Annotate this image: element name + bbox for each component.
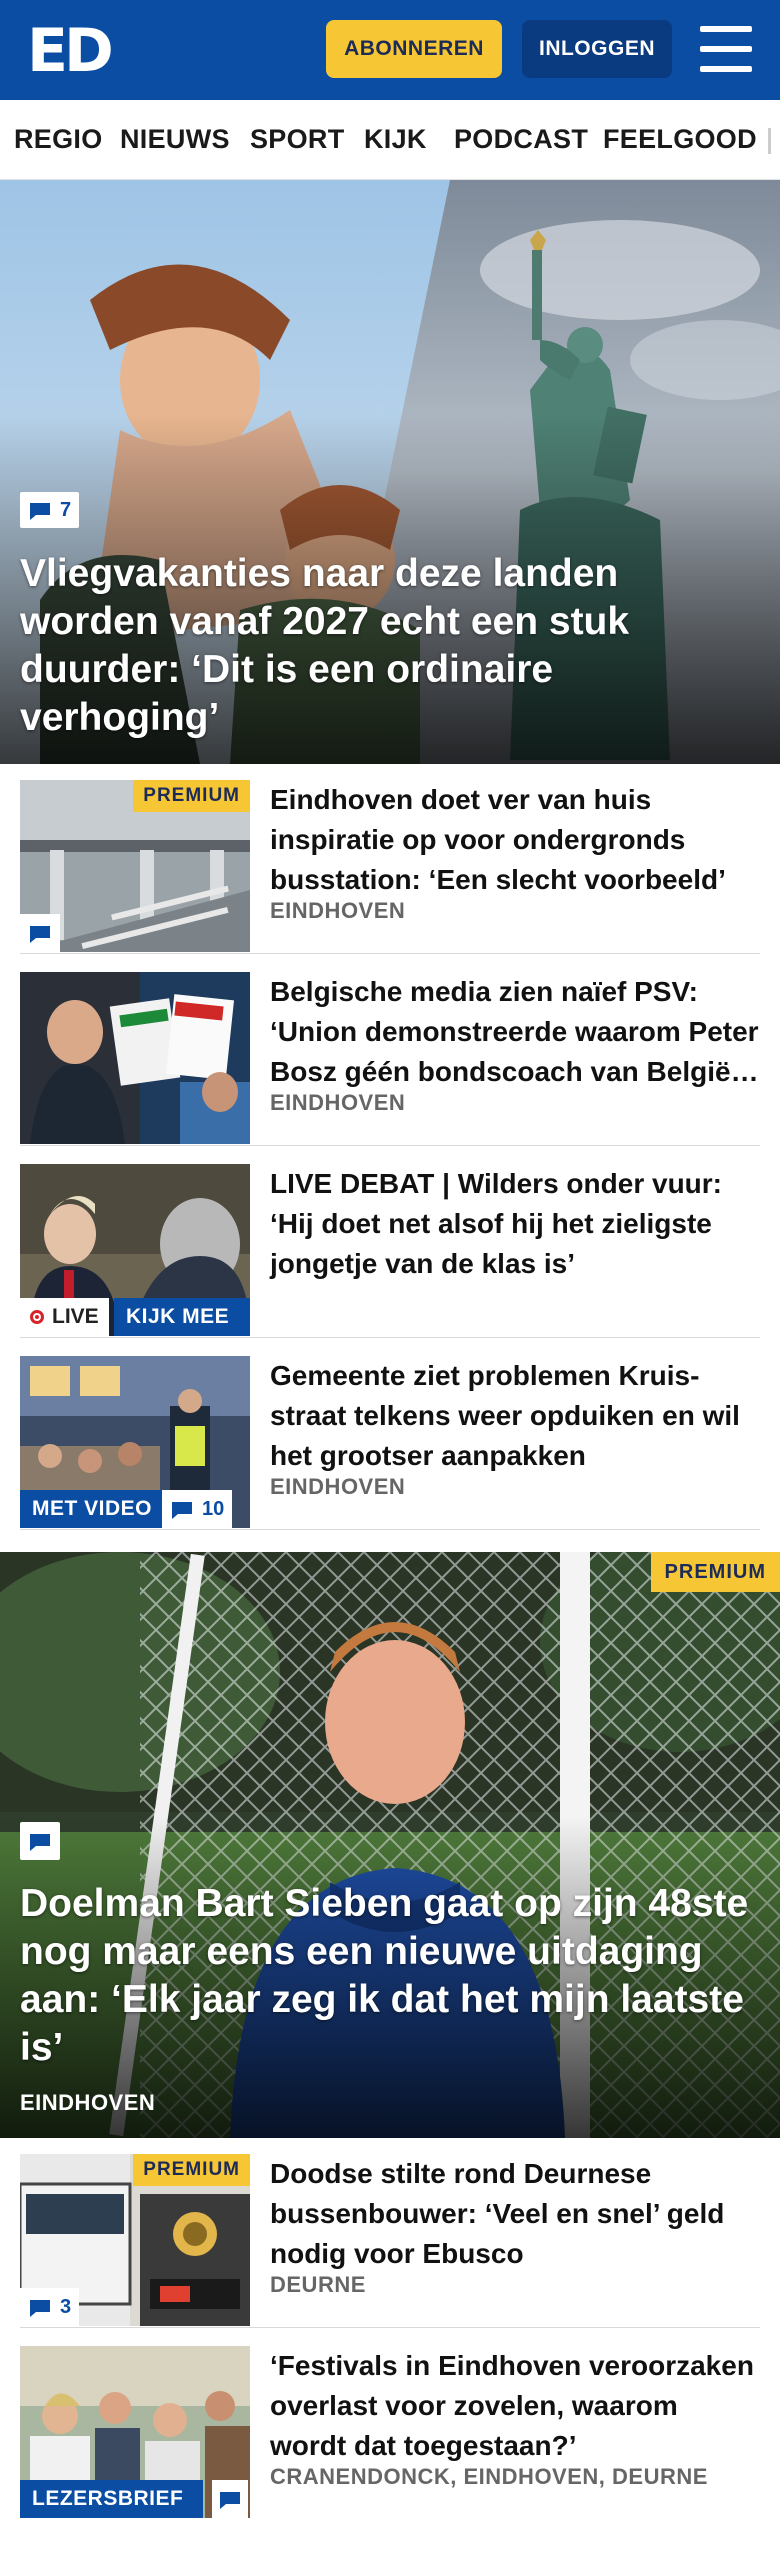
thumbnail-ebusco: PREMIUM 3: [20, 2154, 250, 2326]
article-category[interactable]: EINDHOVEN: [270, 1090, 405, 1116]
article-category[interactable]: CRANENDONCK, EINDHOVEN, DEURNE: [270, 2464, 760, 2490]
nav-item-kijk[interactable]: KIJK: [364, 124, 427, 155]
premium-badge: PREMIUM: [650, 1552, 780, 1592]
logo-text: ED: [27, 16, 114, 86]
list-item-festivals[interactable]: LEZERSBRIEF ‘Festivals in Eindhoven vero…: [20, 2340, 760, 2520]
hero-article-keeper[interactable]: PREMIUM Doelman Bart Sieben gaat op zijn…: [0, 1552, 780, 2138]
thumbnail-psv: [20, 972, 250, 1144]
thumbnail-kruisstraat: MET VIDEO 10: [20, 1356, 250, 1528]
list-item-kruisstraat[interactable]: MET VIDEO 10 Gemeente ziet problemen Kru…: [20, 1350, 760, 1530]
hero-article-title[interactable]: Vliegvakanties naar deze landen worden v…: [20, 550, 760, 742]
watch-live-label[interactable]: KIJK MEE: [114, 1298, 250, 1336]
comment-badge: [20, 1822, 60, 1860]
premium-badge: PREMIUM: [133, 2154, 250, 2186]
comment-bubble-icon: [170, 1500, 194, 1519]
nav-overflow-divider: [768, 128, 771, 154]
comment-bubble-icon: [28, 2298, 52, 2317]
comment-badge: [20, 914, 60, 952]
nav-item-nieuws[interactable]: NIEUWS: [120, 124, 230, 155]
comment-bubble-icon: [28, 1832, 52, 1851]
article-category[interactable]: EINDHOVEN: [20, 2090, 155, 2116]
hero-article-flights[interactable]: 7 Vliegvakanties naar deze landen worden…: [0, 180, 780, 764]
article-category[interactable]: DEURNE: [270, 2272, 366, 2298]
site-logo[interactable]: ED: [27, 21, 115, 81]
article-title[interactable]: ‘Festivals in Eindhoven veroorza­ken ove…: [270, 2346, 760, 2466]
live-label: LIVE: [52, 1305, 99, 1328]
article-category[interactable]: EINDHOVEN: [270, 898, 405, 924]
thumbnail-live-debat: LIVE KIJK MEE: [20, 1164, 250, 1336]
comment-bubble-icon: [28, 501, 52, 520]
live-dot-icon: [30, 1310, 44, 1324]
article-category[interactable]: EINDHOVEN: [270, 1474, 405, 1500]
comment-badge: [212, 2480, 248, 2518]
article-title[interactable]: Eindhoven doet ver van huis inspiratie o…: [270, 780, 760, 900]
list-item-psv[interactable]: Belgische media zien naïef PSV: ‘Union d…: [20, 966, 760, 1146]
nav-item-feelgood[interactable]: FEELGOOD: [603, 124, 757, 155]
comment-count: 7: [60, 498, 72, 521]
thumbnail-busstation: PREMIUM: [20, 780, 250, 952]
login-button[interactable]: INLOGGEN: [522, 20, 672, 78]
article-title[interactable]: Belgische media zien naïef PSV: ‘Union d…: [270, 972, 760, 1092]
thumbnail-festivals: LEZERSBRIEF: [20, 2346, 250, 2518]
list-item-ebusco[interactable]: PREMIUM 3 Doodse stilte rond Deurnese bu…: [20, 2148, 760, 2328]
nav-item-sport[interactable]: SPORT: [250, 124, 345, 155]
comment-bubble-icon: [28, 924, 52, 943]
reader-letter-label: LEZERSBRIEF: [20, 2480, 203, 2518]
nav-item-podcast[interactable]: PODCAST: [454, 124, 588, 155]
article-title[interactable]: Doodse stilte rond Deurnese bussenbouwer…: [270, 2154, 760, 2274]
comment-count-badge: 7: [20, 492, 80, 528]
list-item-busstation[interactable]: PREMIUM Eindhoven doet ver van huis insp…: [20, 774, 760, 954]
comment-count: 3: [60, 2295, 72, 2318]
comment-count: 10: [202, 1497, 225, 1520]
premium-badge: PREMIUM: [133, 780, 250, 812]
article-title[interactable]: LIVE DEBAT | Wilders onder vuur: ‘Hij do…: [270, 1164, 760, 1284]
subscribe-button[interactable]: ABONNEREN: [326, 20, 502, 78]
comment-count-badge: 10: [162, 1490, 233, 1528]
article-title[interactable]: Gemeente ziet problemen Kruis­straat tel…: [270, 1356, 760, 1476]
nav-item-regio[interactable]: REGIO: [14, 124, 103, 155]
comment-bubble-icon: [218, 2490, 242, 2509]
comment-count-badge: 3: [20, 2288, 80, 2326]
hamburger-menu-icon[interactable]: [700, 26, 752, 72]
top-bar: ED ABONNEREN INLOGGEN: [0, 0, 780, 100]
video-label: MET VIDEO: [20, 1490, 165, 1528]
list-item-live-debat[interactable]: LIVE KIJK MEE LIVE DEBAT | Wilders onder…: [20, 1158, 760, 1338]
hero-article-title[interactable]: Doelman Bart Sieben gaat op zijn 48ste n…: [20, 1880, 760, 2072]
section-nav: REGIO NIEUWS SPORT KIJK PODCAST FEELGOOD: [0, 100, 780, 180]
live-indicator: LIVE: [20, 1298, 109, 1336]
